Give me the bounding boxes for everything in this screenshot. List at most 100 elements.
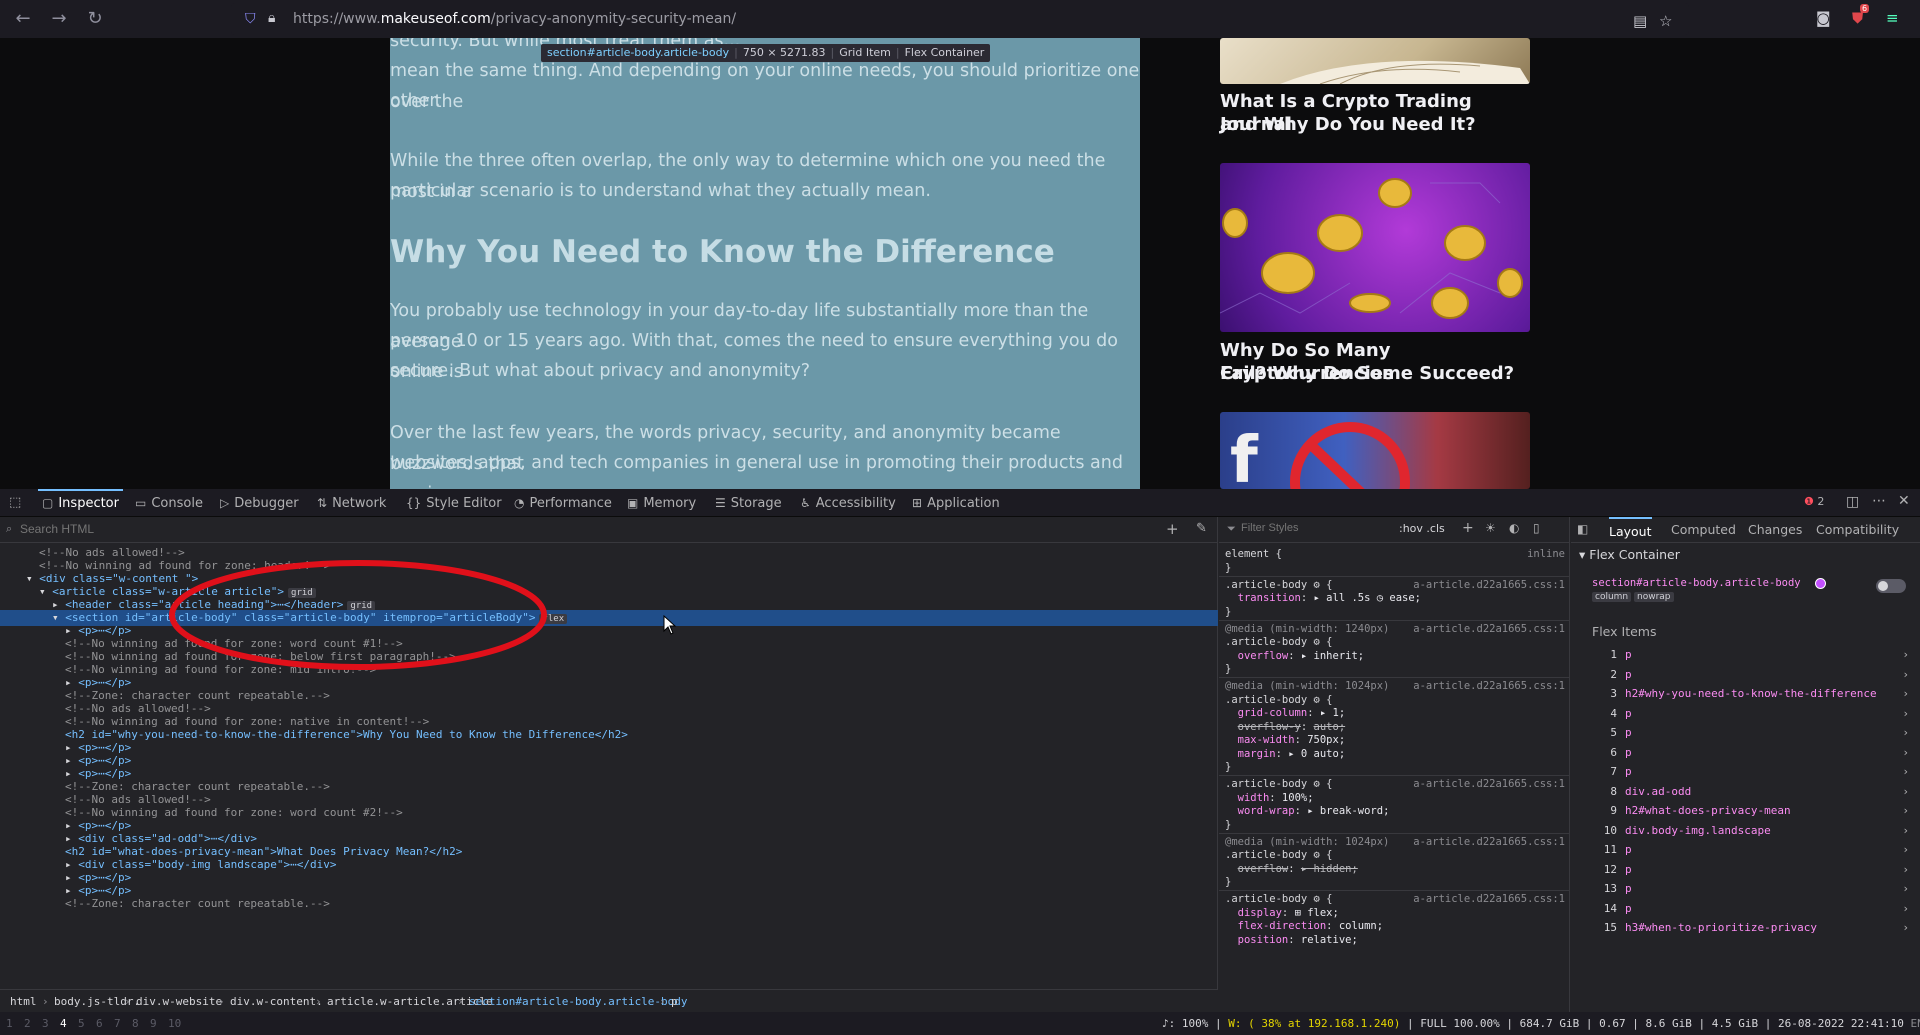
tab-console[interactable]: ▭ Console: [135, 489, 203, 517]
css-property[interactable]: margin: [1238, 748, 1276, 760]
workspace-indicator[interactable]: 10: [168, 1012, 181, 1035]
css-value[interactable]: column;: [1339, 920, 1383, 932]
css-property[interactable]: grid-column: [1238, 707, 1308, 719]
toggle-pane-icon[interactable]: ◧: [1577, 522, 1588, 536]
css-property[interactable]: word-wrap: [1238, 805, 1295, 817]
search-html-input[interactable]: [20, 522, 420, 536]
css-property[interactable]: overflow: [1238, 863, 1289, 875]
breadcrumb-item[interactable]: section#article-body.article-body: [469, 990, 688, 1014]
light-mode-icon[interactable]: ☀: [1485, 521, 1496, 535]
markup-comment[interactable]: <!--Zone: character count repeatable.-->: [0, 896, 1218, 912]
workspace-indicator[interactable]: 8: [132, 1012, 139, 1035]
pocket-icon[interactable]: ◙: [1816, 9, 1831, 27]
breadcrumb-item[interactable]: article.w-article.article: [327, 990, 493, 1014]
css-property[interactable]: flex-direction: [1238, 920, 1327, 932]
flex-item[interactable]: 2 p ›: [1599, 665, 1909, 685]
flex-item[interactable]: 9 h2#what-does-privacy-mean ›: [1599, 801, 1909, 821]
tab-changes[interactable]: Changes: [1748, 517, 1802, 543]
flex-item[interactable]: 10 div.body-img.landscape ›: [1599, 821, 1909, 841]
css-value[interactable]: 100%;: [1282, 792, 1314, 804]
eyedropper-icon[interactable]: ✎: [1196, 521, 1207, 536]
workspace-indicator[interactable]: 4: [60, 1012, 67, 1035]
tab-application[interactable]: ⊞ Application: [912, 489, 1000, 517]
error-count-badge[interactable]: ❶ 2: [1804, 495, 1824, 508]
workspace-indicator[interactable]: 2: [24, 1012, 31, 1035]
reader-view-icon[interactable]: ▤: [1633, 12, 1647, 30]
css-property[interactable]: overflow-y: [1238, 721, 1301, 733]
card-title-line[interactable]: Fail? Why Do Some Succeed?: [1220, 362, 1530, 385]
card-image-crypto[interactable]: [1220, 163, 1530, 332]
css-value[interactable]: 750px;: [1307, 734, 1345, 746]
breadcrumb-item[interactable]: div.w-content.: [230, 990, 323, 1014]
tab-style-editor[interactable]: {} Style Editor: [406, 489, 502, 517]
tab-debugger[interactable]: ▷ Debugger: [220, 489, 299, 517]
forward-icon[interactable]: →: [48, 8, 70, 30]
tab-layout[interactable]: Layout: [1609, 517, 1652, 543]
add-node-icon[interactable]: +: [1166, 520, 1179, 538]
filter-styles-input[interactable]: [1241, 522, 1361, 534]
css-property[interactable]: width: [1238, 792, 1270, 804]
css-value[interactable]: ▸ all .5s ◷ ease;: [1314, 592, 1421, 604]
flex-overlay-toggle[interactable]: [1876, 579, 1906, 593]
flex-item[interactable]: 3 h2#why-you-need-to-know-the-difference ›: [1599, 684, 1909, 704]
workspace-indicator[interactable]: 5: [78, 1012, 85, 1035]
more-options-icon[interactable]: ⋯: [1872, 493, 1886, 509]
tab-performance[interactable]: ◔ Performance: [514, 489, 612, 517]
flex-item[interactable]: 4 p ›: [1599, 704, 1909, 724]
print-media-icon[interactable]: ▯: [1533, 521, 1540, 535]
breadcrumb-item[interactable]: div.w-website: [136, 990, 222, 1014]
breadcrumb-item[interactable]: html: [10, 990, 37, 1014]
url-text[interactable]: https://www.makeuseof.com/privacy-anonym…: [293, 11, 736, 27]
css-value[interactable]: ▸ inherit;: [1301, 650, 1364, 662]
lock-icon[interactable]: 🔒︎: [268, 10, 275, 26]
flex-item[interactable]: 6 p ›: [1599, 743, 1909, 763]
workspace-indicator[interactable]: 6: [96, 1012, 103, 1035]
menu-icon[interactable]: ≡: [1886, 9, 1899, 27]
css-value[interactable]: ▸ 1;: [1320, 707, 1345, 719]
dock-icon[interactable]: ◫: [1846, 494, 1859, 510]
dark-mode-icon[interactable]: ◐: [1509, 521, 1519, 535]
flex-item[interactable]: 12 p ›: [1599, 860, 1909, 880]
css-property[interactable]: max-width: [1238, 734, 1295, 746]
flex-item[interactable]: 15 h3#when-to-prioritize-privacy ›: [1599, 918, 1909, 938]
css-value[interactable]: ▸ break-word;: [1307, 805, 1389, 817]
card-title-line[interactable]: and Why Do You Need It?: [1220, 113, 1530, 136]
css-declaration[interactable]: position: relative;: [1225, 933, 1565, 948]
flex-container-selector[interactable]: section#article-body.article-body: [1592, 577, 1801, 589]
css-value[interactable]: ▸ hidden;: [1301, 863, 1358, 875]
flex-item[interactable]: 14 p ›: [1599, 899, 1909, 919]
breadcrumb-item[interactable]: p: [671, 990, 678, 1014]
card-image-facebook[interactable]: f: [1220, 412, 1530, 489]
workspace-indicator[interactable]: 3: [42, 1012, 49, 1035]
css-property[interactable]: display: [1238, 907, 1282, 919]
url-bar[interactable]: ⛉ 🔒︎ https://www.makeuseof.com/privacy-a…: [231, 3, 1689, 35]
shield-icon[interactable]: ⛉: [245, 11, 256, 27]
css-value[interactable]: relative;: [1301, 934, 1358, 946]
flex-item[interactable]: 1 p ›: [1599, 645, 1909, 665]
css-value[interactable]: ▸ 0 auto;: [1288, 748, 1345, 760]
flex-item[interactable]: 5 p ›: [1599, 723, 1909, 743]
tab-compatibility[interactable]: Compatibility: [1816, 517, 1899, 543]
css-value[interactable]: auto;: [1314, 721, 1346, 733]
tab-accessibility[interactable]: ♿︎ Accessibility: [800, 489, 896, 517]
pick-element-icon[interactable]: ⬚: [9, 495, 21, 510]
css-property[interactable]: overflow: [1238, 650, 1289, 662]
tab-storage[interactable]: ☰ Storage: [715, 489, 782, 517]
back-icon[interactable]: ←: [12, 8, 34, 30]
flex-item[interactable]: 11 p ›: [1599, 840, 1909, 860]
tab-network[interactable]: ⇅ Network: [317, 489, 386, 517]
css-property[interactable]: transition: [1238, 592, 1301, 604]
card-image-journal[interactable]: [1220, 38, 1530, 84]
flex-item[interactable]: 7 p ›: [1599, 762, 1909, 782]
flex-item[interactable]: 13 p ›: [1599, 879, 1909, 899]
css-value[interactable]: ⊞ flex;: [1295, 907, 1339, 919]
tab-computed[interactable]: Computed: [1671, 517, 1736, 543]
workspace-indicator[interactable]: 7: [114, 1012, 121, 1035]
bookmark-star-icon[interactable]: ☆: [1659, 12, 1672, 30]
reload-icon[interactable]: ↻: [84, 8, 106, 30]
hov-cls-toggle[interactable]: :hov .cls: [1399, 522, 1445, 535]
tab-memory[interactable]: ▣ Memory: [627, 489, 696, 517]
close-devtools-icon[interactable]: ✕: [1898, 493, 1910, 509]
tab-inspector[interactable]: ▢ Inspector: [38, 489, 123, 517]
flex-item[interactable]: 8 div.ad-odd ›: [1599, 782, 1909, 802]
